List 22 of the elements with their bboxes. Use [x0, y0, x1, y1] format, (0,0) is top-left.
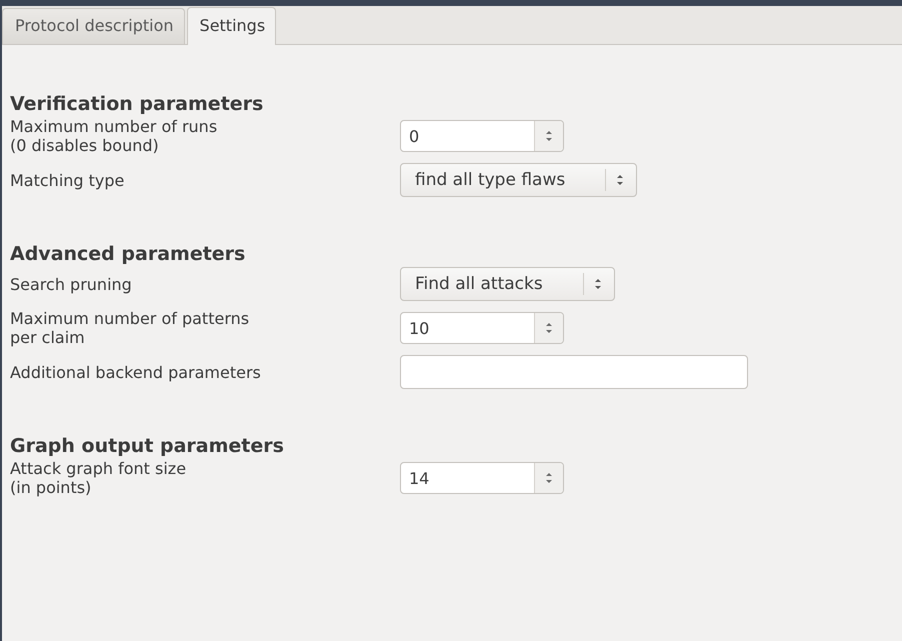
field-label: Attack graph font size (in points): [10, 459, 188, 497]
dropdown[interactable]: Find all attacks: [400, 267, 615, 301]
dropdown[interactable]: find all type flaws: [400, 163, 638, 197]
stepper-icon[interactable]: [534, 463, 563, 493]
section-heading: Graph output parameters: [10, 435, 285, 457]
section-heading: Advanced parameters: [10, 243, 246, 265]
spin-field[interactable]: 0: [400, 120, 564, 152]
stepper-icon[interactable]: [534, 313, 563, 343]
spin-field[interactable]: 14: [400, 462, 564, 494]
field-label: Search pruning: [10, 274, 133, 294]
spin-field[interactable]: 10: [400, 312, 564, 344]
field-label: Additional backend parameters: [10, 362, 262, 382]
stepper-icon: [594, 276, 602, 292]
tab[interactable]: Protocol description: [2, 8, 185, 44]
stepper-icon: [616, 172, 624, 188]
input-field[interactable]: [400, 355, 748, 389]
field-label: Maximum number of patterns per claim: [10, 309, 250, 347]
field-label: Matching type: [10, 170, 126, 190]
tab[interactable]: Settings: [186, 7, 276, 45]
section-heading: Verification parameters: [10, 93, 264, 115]
field-label: Maximum number of runs (0 disables bound): [10, 117, 218, 155]
stepper-icon[interactable]: [534, 121, 563, 151]
